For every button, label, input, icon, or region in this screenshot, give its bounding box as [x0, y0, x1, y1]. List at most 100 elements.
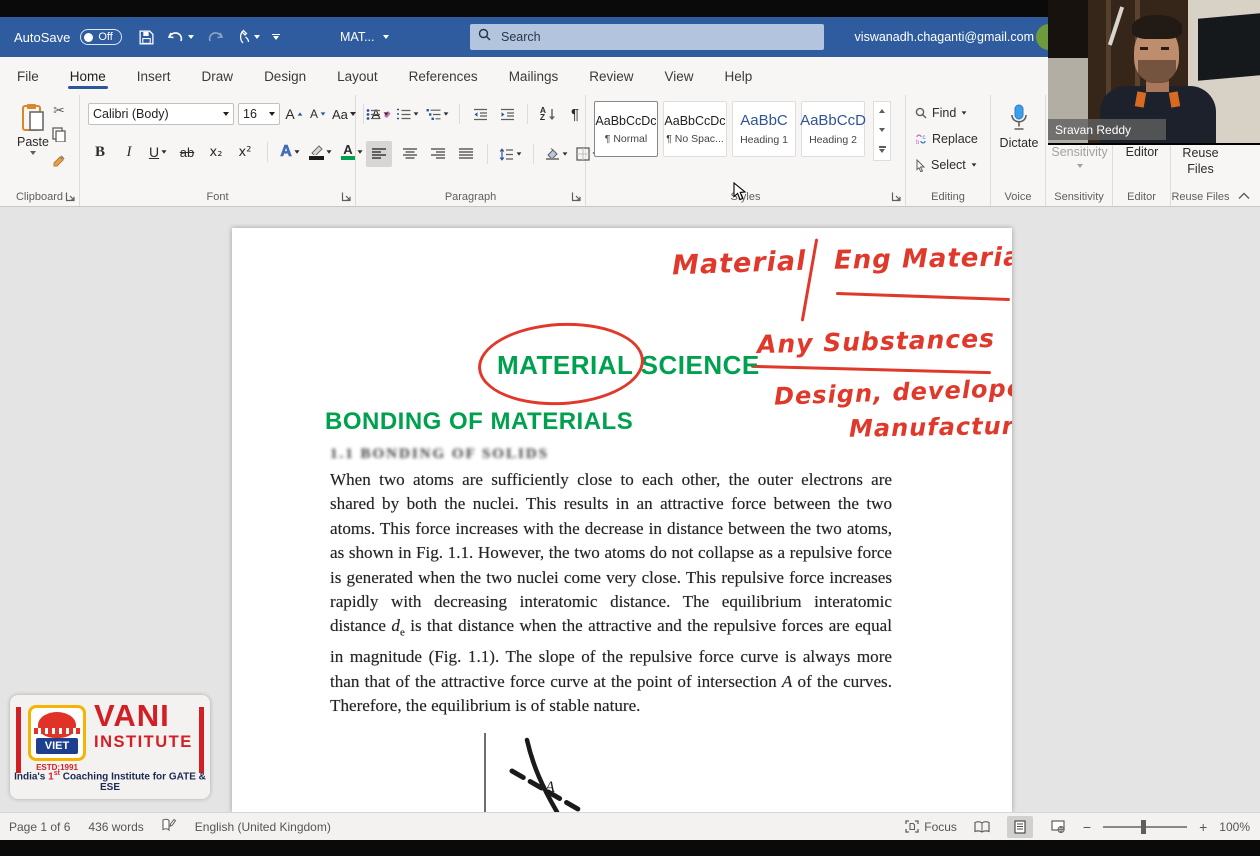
numbered-list-button[interactable] [396, 103, 419, 125]
viet-badge: VIET [28, 705, 86, 761]
bullet-list-button[interactable] [366, 103, 389, 125]
autosave-toggle[interactable]: Off [80, 29, 121, 45]
styles-gallery-up-icon[interactable] [879, 109, 885, 113]
autosave-state: Off [98, 31, 112, 43]
align-right-button[interactable] [428, 143, 448, 165]
align-left-button[interactable] [366, 141, 392, 167]
redo-icon[interactable] [206, 29, 224, 45]
style-heading-2[interactable]: AaBbCcD Heading 2 [801, 101, 865, 157]
tab-references[interactable]: References [407, 60, 480, 93]
clipboard-dialog-launcher[interactable] [65, 191, 76, 202]
replace-button[interactable]: bc Replace [915, 127, 978, 151]
tab-view[interactable]: View [662, 60, 695, 93]
word-count[interactable]: 436 words [88, 820, 143, 834]
multilevel-list-button[interactable] [426, 103, 449, 125]
editor-button[interactable]: Editor [1113, 145, 1171, 159]
collapse-ribbon-icon[interactable] [1238, 187, 1250, 205]
tab-design[interactable]: Design [262, 60, 308, 93]
language-indicator[interactable]: English (United Kingdom) [195, 820, 331, 834]
text-effects-button[interactable]: A [280, 141, 300, 163]
font-dialog-launcher[interactable] [341, 191, 352, 202]
touch-inking-button[interactable] [236, 29, 260, 45]
superscript-button[interactable]: x² [235, 141, 255, 163]
cut-icon[interactable]: ✂ [53, 103, 65, 119]
style-heading-1[interactable]: AaBbC Heading 1 [732, 101, 796, 157]
figure-point-label: A [544, 779, 555, 796]
focus-mode-button[interactable]: Focus [905, 820, 957, 834]
change-case-button[interactable]: Aa [332, 103, 356, 125]
doc-title-rest: SCIENCE [641, 350, 760, 380]
account-email[interactable]: viswanadh.chaganti@gmail.com [855, 17, 1034, 57]
page-indicator[interactable]: Page 1 of 6 [9, 820, 70, 834]
web-layout-button[interactable] [1045, 816, 1071, 838]
find-button[interactable]: Find [915, 101, 967, 125]
italic-button[interactable]: I [119, 141, 139, 163]
zoom-out-button[interactable]: − [1083, 819, 1091, 835]
style-no-spacing[interactable]: AaBbCcDc ¶ No Spac... [663, 101, 727, 157]
letterbox-bottom [0, 840, 1260, 856]
shrink-font-button[interactable]: A [308, 103, 328, 125]
zoom-level[interactable]: 100% [1219, 820, 1250, 834]
styles-gallery-more-icon[interactable] [879, 146, 886, 152]
shading-button[interactable] [545, 143, 568, 165]
paste-button[interactable]: Paste [10, 103, 56, 175]
save-icon[interactable] [138, 29, 155, 46]
bold-button[interactable]: B [90, 141, 110, 163]
reuse-files-button[interactable]: Reuse Files [1171, 145, 1230, 177]
paragraph-group: AZ ¶ Paragraph [356, 95, 586, 206]
dictate-button[interactable]: Dictate [998, 103, 1040, 150]
increase-indent-button[interactable] [497, 103, 517, 125]
tab-file[interactable]: File [15, 60, 41, 93]
highlight-color-button[interactable] [309, 141, 332, 163]
zoom-slider-handle[interactable] [1141, 820, 1146, 834]
font-size-combo[interactable]: 16 [238, 103, 280, 125]
tab-home[interactable]: Home [68, 60, 108, 93]
styles-dialog-launcher[interactable] [891, 191, 902, 202]
decrease-indent-button[interactable] [470, 103, 490, 125]
justify-button[interactable] [456, 143, 476, 165]
select-button[interactable]: Select [915, 153, 977, 177]
search-box[interactable] [470, 24, 824, 50]
format-painter-icon[interactable] [52, 155, 66, 174]
proofing-icon[interactable] [162, 818, 177, 835]
font-name-combo[interactable]: Calibri (Body) [88, 103, 234, 125]
line-spacing-button[interactable] [499, 143, 522, 165]
editor-button-label: Editor [1126, 145, 1159, 159]
grow-font-button[interactable]: A [284, 103, 304, 125]
print-layout-button[interactable] [1007, 816, 1033, 838]
sort-button[interactable]: AZ [538, 103, 558, 125]
search-icon [478, 28, 491, 46]
tab-layout[interactable]: Layout [335, 60, 380, 93]
tab-mailings[interactable]: Mailings [507, 60, 561, 93]
figure-force-curves: A [420, 724, 720, 812]
show-formatting-marks-button[interactable]: ¶ [565, 103, 585, 125]
zoom-slider[interactable] [1103, 826, 1187, 828]
sensitivity-button[interactable]: Sensitivity [1046, 145, 1113, 168]
paragraph-dialog-launcher[interactable] [571, 191, 582, 202]
style-normal[interactable]: AaBbCcDc ¶ Normal [594, 101, 658, 157]
customize-quick-access-icon[interactable] [272, 34, 280, 40]
undo-button[interactable] [167, 29, 194, 45]
document-title[interactable]: MAT... [340, 17, 389, 57]
toggle-knob [84, 33, 93, 42]
annotation-any-substances: Any Substances [757, 324, 996, 359]
zoom-in-button[interactable]: + [1199, 819, 1207, 835]
document-page[interactable]: Material Eng Material Any Substances Des… [232, 228, 1012, 812]
tab-draw[interactable]: Draw [200, 60, 236, 93]
tab-review[interactable]: Review [587, 60, 635, 93]
subscript-button[interactable]: x₂ [206, 141, 226, 163]
read-mode-button[interactable] [969, 816, 995, 838]
font-name-value: Calibri (Body) [93, 107, 169, 121]
editor-group-label: Editor [1113, 191, 1170, 203]
align-center-button[interactable] [400, 143, 420, 165]
copy-icon[interactable] [52, 127, 66, 147]
search-input[interactable] [499, 29, 763, 45]
tab-help[interactable]: Help [723, 60, 755, 93]
tab-insert[interactable]: Insert [135, 60, 173, 93]
autosave-label: AutoSave [14, 30, 70, 45]
viet-text: VIET [36, 738, 78, 754]
underline-button[interactable]: U [148, 141, 168, 163]
brand-name: VANI [94, 701, 170, 731]
strikethrough-button[interactable]: ab [177, 141, 197, 163]
styles-gallery-down-icon[interactable] [879, 128, 885, 132]
